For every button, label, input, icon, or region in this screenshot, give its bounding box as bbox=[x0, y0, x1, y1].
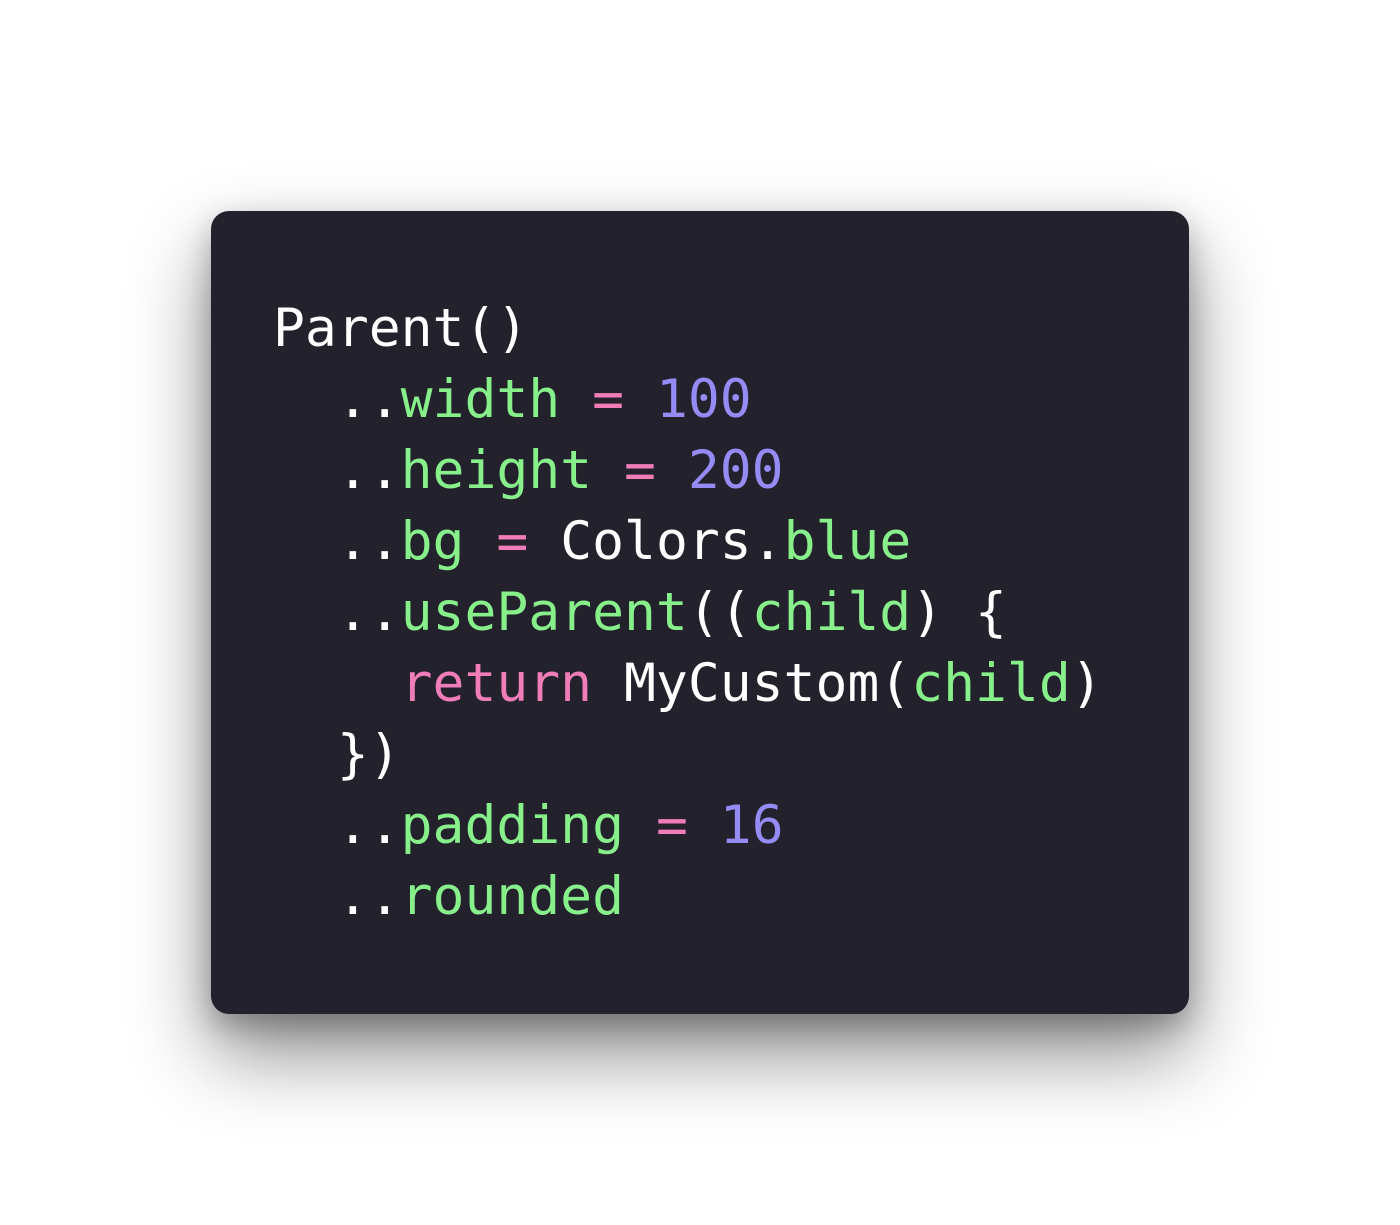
code-token-plain: }) bbox=[273, 724, 401, 785]
code-token-operator: = bbox=[496, 511, 529, 572]
code-token-operator: = bbox=[624, 440, 656, 501]
code-token-property: child bbox=[911, 653, 1071, 714]
code-token-plain: (( bbox=[687, 582, 752, 643]
code-token-property: blue bbox=[783, 511, 912, 572]
code-token-keyword: return bbox=[400, 653, 593, 714]
code-token-property: rounded bbox=[400, 866, 625, 927]
code-token-operator: = bbox=[592, 369, 625, 430]
code-token-plain: .. bbox=[273, 795, 401, 856]
code-token-number: 200 bbox=[687, 440, 784, 501]
code-token-plain: .. bbox=[273, 369, 401, 430]
code-token-plain: .. bbox=[273, 440, 401, 501]
code-token-plain: .. bbox=[273, 866, 401, 927]
code-token-number: 16 bbox=[719, 795, 784, 856]
code-line: ..width = 100 bbox=[273, 364, 1103, 435]
code-token-property: width bbox=[400, 369, 561, 430]
code-token-plain: MyCustom( bbox=[592, 653, 912, 714]
code-token-plain: Parent() bbox=[273, 298, 529, 359]
code-token-property: bg bbox=[400, 511, 465, 572]
code-token-plain: .. bbox=[273, 511, 401, 572]
code-block: Parent() ..width = 100 ..height = 200 ..… bbox=[273, 293, 1103, 932]
code-token-property: height bbox=[400, 440, 593, 501]
code-token-property: padding bbox=[400, 795, 625, 856]
code-token-plain: Colors. bbox=[528, 511, 784, 572]
code-line: ..useParent((child) { bbox=[273, 577, 1103, 648]
code-token-property: child bbox=[751, 582, 912, 643]
code-line: ..rounded bbox=[273, 861, 1103, 932]
code-token-plain: .. bbox=[273, 582, 401, 643]
code-snippet-card: Parent() ..width = 100 ..height = 200 ..… bbox=[211, 211, 1189, 1014]
code-token-operator: = bbox=[655, 795, 688, 856]
code-token-plain: ) { bbox=[911, 582, 1007, 643]
code-line: ..height = 200 bbox=[273, 435, 1103, 506]
code-token-property: useParent bbox=[400, 582, 688, 643]
code-line: ..padding = 16 bbox=[273, 790, 1103, 861]
code-line: }) bbox=[273, 719, 1103, 790]
code-line: return MyCustom(child) bbox=[273, 648, 1103, 719]
code-token-plain: ) bbox=[1070, 653, 1103, 714]
code-line: ..bg = Colors.blue bbox=[273, 506, 1103, 577]
code-line: Parent() bbox=[273, 293, 1103, 364]
code-token-number: 100 bbox=[655, 369, 752, 430]
